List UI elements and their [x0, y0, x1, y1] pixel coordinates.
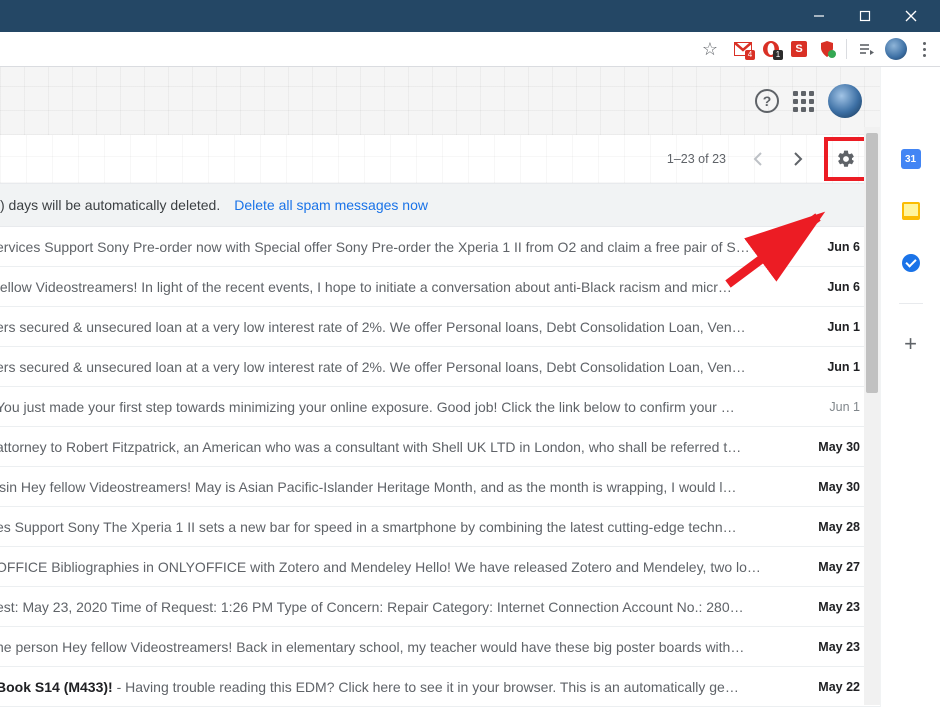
- message-list: ervices Support Sony Pre-order now with …: [0, 227, 880, 707]
- message-date: May 23: [806, 640, 860, 654]
- scrollbar[interactable]: [864, 127, 880, 705]
- window-minimize-button[interactable]: [796, 0, 842, 32]
- keep-addon-icon[interactable]: [899, 199, 923, 223]
- message-date: May 28: [806, 520, 860, 534]
- message-row[interactable]: OFFICE Bibliographies in ONLYOFFICE with…: [0, 547, 880, 587]
- get-addons-icon[interactable]: +: [899, 332, 923, 356]
- settings-gear-icon[interactable]: [836, 149, 856, 169]
- calendar-addon-icon[interactable]: 31: [899, 147, 923, 171]
- message-snippet: ne person Hey fellow Videostreamers! Bac…: [0, 639, 806, 655]
- message-row[interactable]: isin Hey fellow Videostreamers! May is A…: [0, 467, 880, 507]
- side-separator: [899, 303, 923, 304]
- pager-text: 1–23 of 23: [667, 152, 726, 166]
- gmail-header: ?: [0, 67, 880, 135]
- delete-spam-link[interactable]: Delete all spam messages now: [234, 197, 428, 213]
- banner-text: ) days will be automatically deleted.: [0, 197, 220, 213]
- bookmark-star-icon[interactable]: ☆: [702, 39, 718, 60]
- message-snippet: fellow Videostreamers! In light of the r…: [0, 279, 806, 295]
- media-control-icon[interactable]: [857, 40, 875, 58]
- google-apps-icon[interactable]: [793, 91, 814, 112]
- message-date: Jun 1: [806, 320, 860, 334]
- message-snippet: est: May 23, 2020 Time of Request: 1:26 …: [0, 599, 806, 615]
- newer-button[interactable]: [740, 141, 776, 177]
- message-date: May 30: [806, 480, 860, 494]
- opera-badge: 1: [773, 50, 783, 60]
- extension-shield-icon[interactable]: [818, 40, 836, 58]
- message-row[interactable]: ervices Support Sony Pre-order now with …: [0, 227, 880, 267]
- message-date: May 27: [806, 560, 860, 574]
- message-date: Jun 1: [806, 360, 860, 374]
- message-row[interactable]: es Support Sony The Xperia 1 II sets a n…: [0, 507, 880, 547]
- chrome-menu-icon[interactable]: [917, 42, 932, 57]
- gmail-pane: ? 1–23 of 23: [0, 67, 880, 707]
- scrollbar-thumb[interactable]: [866, 133, 878, 393]
- message-date: May 22: [806, 680, 860, 694]
- extension-opera-icon[interactable]: 1: [762, 40, 780, 58]
- message-date: Jun 6: [806, 280, 860, 294]
- account-avatar[interactable]: [828, 84, 862, 118]
- message-snippet: Book S14 (M433)! - Having trouble readin…: [0, 679, 806, 695]
- message-snippet: isin Hey fellow Videostreamers! May is A…: [0, 479, 806, 495]
- window-close-button[interactable]: [888, 0, 934, 32]
- separator: [846, 39, 847, 59]
- browser-toolbar: ☆ 4 1 S: [0, 32, 940, 67]
- message-snippet: es Support Sony The Xperia 1 II sets a n…: [0, 519, 806, 535]
- message-row[interactable]: ers secured & unsecured loan at a very l…: [0, 307, 880, 347]
- message-date: May 23: [806, 600, 860, 614]
- message-date: May 30: [806, 440, 860, 454]
- window-titlebar: [0, 0, 940, 32]
- tasks-addon-icon[interactable]: [899, 251, 923, 275]
- message-row[interactable]: You just made your first step towards mi…: [0, 387, 880, 427]
- older-button[interactable]: [780, 141, 816, 177]
- message-row[interactable]: Book S14 (M433)! - Having trouble readin…: [0, 667, 880, 707]
- side-panel: 31 +: [880, 67, 940, 707]
- message-snippet: ervices Support Sony Pre-order now with …: [0, 239, 806, 255]
- settings-highlight: [824, 137, 868, 181]
- support-icon[interactable]: ?: [755, 89, 779, 113]
- message-snippet: You just made your first step towards mi…: [0, 399, 806, 415]
- message-date: Jun 1: [806, 400, 860, 414]
- list-toolbar: 1–23 of 23: [0, 135, 880, 183]
- profile-avatar-small[interactable]: [885, 38, 907, 60]
- message-row[interactable]: ne person Hey fellow Videostreamers! Bac…: [0, 627, 880, 667]
- message-snippet: OFFICE Bibliographies in ONLYOFFICE with…: [0, 559, 806, 575]
- window-maximize-button[interactable]: [842, 0, 888, 32]
- gmail-badge: 4: [745, 50, 755, 60]
- message-row[interactable]: fellow Videostreamers! In light of the r…: [0, 267, 880, 307]
- spam-banner: ) days will be automatically deleted. De…: [0, 183, 880, 227]
- message-row[interactable]: attorney to Robert Fitzpatrick, an Ameri…: [0, 427, 880, 467]
- content-area: ? 1–23 of 23: [0, 67, 940, 717]
- message-row[interactable]: ers secured & unsecured loan at a very l…: [0, 347, 880, 387]
- message-row[interactable]: est: May 23, 2020 Time of Request: 1:26 …: [0, 587, 880, 627]
- message-snippet: ers secured & unsecured loan at a very l…: [0, 359, 806, 375]
- extension-s-icon[interactable]: S: [790, 40, 808, 58]
- message-snippet: attorney to Robert Fitzpatrick, an Ameri…: [0, 439, 806, 455]
- message-date: Jun 6: [806, 240, 860, 254]
- extension-gmail-icon[interactable]: 4: [734, 40, 752, 58]
- message-snippet: ers secured & unsecured loan at a very l…: [0, 319, 806, 335]
